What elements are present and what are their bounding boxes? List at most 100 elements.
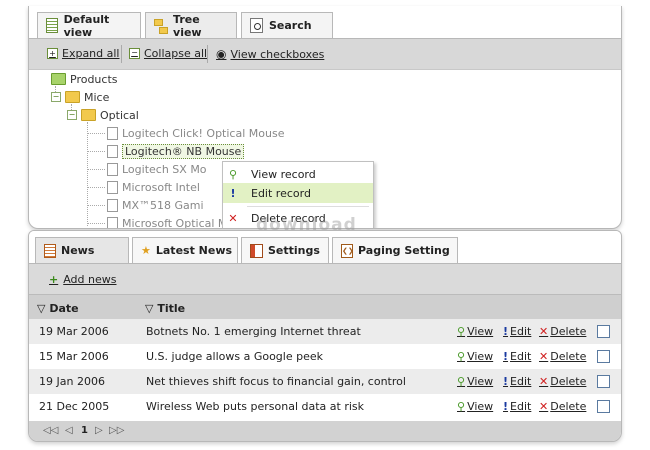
news-icon <box>44 243 56 258</box>
edit-icon: ! <box>503 350 509 363</box>
edit-icon: ! <box>503 375 509 388</box>
delete-icon: ✕ <box>539 350 549 363</box>
paging-icon: ❮❯ <box>341 243 354 258</box>
tree-leaf[interactable]: MX™518 Gami <box>107 197 204 213</box>
news-panel: News ★ Latest News Settings ❮❯ Paging Se… <box>28 230 622 442</box>
tab-label: Default view <box>63 12 110 39</box>
collapse-all-button[interactable]: − Collapse all <box>129 47 207 60</box>
prev-page-icon[interactable]: ◁ <box>65 425 73 436</box>
table-row: 19 Mar 2006 Botnets No. 1 emerging Inter… <box>29 319 621 344</box>
document-icon <box>107 144 118 158</box>
view-link[interactable]: ⚲ View <box>457 325 493 338</box>
edit-icon: ! <box>503 325 509 338</box>
watermark-logo: download <box>256 215 357 235</box>
folder-icon <box>81 109 96 121</box>
settings-icon <box>250 243 263 258</box>
tab-paging-setting[interactable]: ❮❯ Paging Setting <box>332 237 458 263</box>
menu-separator <box>247 206 369 207</box>
table-row: 19 Jan 2006 Net thieves shift focus to f… <box>29 369 621 394</box>
delete-icon: ✕ <box>539 400 549 413</box>
expand-icon: + <box>47 48 58 59</box>
tab-label: Tree view <box>173 13 202 39</box>
tab-tree-view[interactable]: Tree view <box>145 12 237 39</box>
tab-default-view[interactable]: Default view <box>37 12 141 39</box>
row-checkbox[interactable] <box>597 375 610 388</box>
list-icon <box>46 18 58 33</box>
delete-icon: ✕ <box>228 211 238 225</box>
tab-latest-news[interactable]: ★ Latest News <box>132 237 238 263</box>
view-link[interactable]: ⚲ View <box>457 400 493 413</box>
edit-link[interactable]: ! Edit <box>503 325 531 338</box>
expand-all-button[interactable]: + Expand all <box>47 47 120 60</box>
tree-node-mice[interactable]: − Mice <box>51 89 109 105</box>
delete-link[interactable]: ✕ Delete <box>539 325 586 338</box>
last-page-icon[interactable]: ▷▷ <box>109 425 124 436</box>
document-icon <box>107 162 118 176</box>
folder-icon <box>65 91 80 103</box>
next-page-icon[interactable]: ▷ <box>95 425 103 436</box>
edit-link[interactable]: ! Edit <box>503 350 531 363</box>
sort-icon: ▽ <box>145 302 154 315</box>
tab-news[interactable]: News <box>35 237 129 263</box>
pager: ◁◁ ◁ 1 ▷ ▷▷ <box>29 421 621 441</box>
collapse-icon: − <box>129 48 140 59</box>
column-header-date[interactable]: ▽ Date <box>37 302 79 315</box>
table-row: 15 Mar 2006 U.S. judge allows a Google p… <box>29 344 621 369</box>
tab-settings[interactable]: Settings <box>241 237 329 263</box>
row-checkbox[interactable] <box>597 325 610 338</box>
current-page[interactable]: 1 <box>81 425 88 436</box>
delete-link[interactable]: ✕ Delete <box>539 350 586 363</box>
tree-node-products[interactable]: Products <box>51 71 118 87</box>
delete-link[interactable]: ✕ Delete <box>539 400 586 413</box>
delete-icon: ✕ <box>539 325 549 338</box>
view-link[interactable]: ⚲ View <box>457 350 493 363</box>
table-row: 21 Dec 2005 Wireless Web puts personal d… <box>29 394 621 419</box>
tree-view-panel: Default view Tree view Search + Expand a… <box>28 6 622 229</box>
row-checkbox[interactable] <box>597 400 610 413</box>
view-icon: ⚲ <box>457 375 466 388</box>
tab-search[interactable]: Search <box>241 12 333 38</box>
tree-toolbar: + Expand all − Collapse all ◉ View check… <box>29 38 621 70</box>
folder-open-icon <box>51 73 66 85</box>
collapse-toggle-icon[interactable]: − <box>51 92 61 102</box>
tab-label: Search <box>269 19 312 32</box>
edit-link[interactable]: ! Edit <box>503 400 531 413</box>
delete-icon: ✕ <box>539 375 549 388</box>
row-checkbox[interactable] <box>597 350 610 363</box>
first-page-icon[interactable]: ◁◁ <box>43 425 58 436</box>
document-icon <box>107 126 118 140</box>
delete-link[interactable]: ✕ Delete <box>539 375 586 388</box>
top-tab-strip: Default view Tree view Search <box>29 6 621 39</box>
view-icon: ⚲ <box>457 350 466 363</box>
view-link[interactable]: ⚲ View <box>457 375 493 388</box>
view-icon: ⚲ <box>228 167 238 181</box>
view-icon: ⚲ <box>457 400 466 413</box>
view-icon: ⚲ <box>457 325 466 338</box>
tree-leaf-selected[interactable]: Logitech® NB Mouse <box>107 143 245 159</box>
edit-link[interactable]: ! Edit <box>503 375 531 388</box>
tree-icon <box>154 19 168 34</box>
news-table-header: ▽ Date ▽ Title <box>29 294 621 322</box>
search-icon <box>250 18 263 33</box>
view-checkboxes-button[interactable]: ◉ View checkboxes <box>216 47 324 61</box>
document-icon <box>107 216 118 228</box>
tree-leaf[interactable]: Microsoft Intel <box>107 179 200 195</box>
collapse-toggle-icon[interactable]: − <box>67 110 77 120</box>
add-news-button[interactable]: + Add news <box>49 273 116 286</box>
bottom-tab-strip: News ★ Latest News Settings ❮❯ Paging Se… <box>29 231 621 263</box>
eye-icon: ◉ <box>216 47 227 61</box>
menu-item-edit-record[interactable]: ! Edit record <box>223 183 373 203</box>
tree-node-optical[interactable]: − Optical <box>67 107 139 123</box>
news-toolbar: + Add news <box>29 263 621 294</box>
edit-icon: ! <box>503 400 509 413</box>
sort-icon: ▽ <box>37 302 46 315</box>
tree-leaf[interactable]: Logitech Click! Optical Mouse <box>107 125 284 141</box>
column-header-title[interactable]: ▽ Title <box>145 302 185 315</box>
document-icon <box>107 198 118 212</box>
edit-icon: ! <box>230 186 236 200</box>
plus-icon: + <box>49 273 59 286</box>
document-icon <box>107 180 118 194</box>
tree-leaf[interactable]: Logitech SX Mo <box>107 161 207 177</box>
menu-item-view-record[interactable]: ⚲ View record <box>223 164 373 184</box>
star-icon: ★ <box>141 244 151 257</box>
